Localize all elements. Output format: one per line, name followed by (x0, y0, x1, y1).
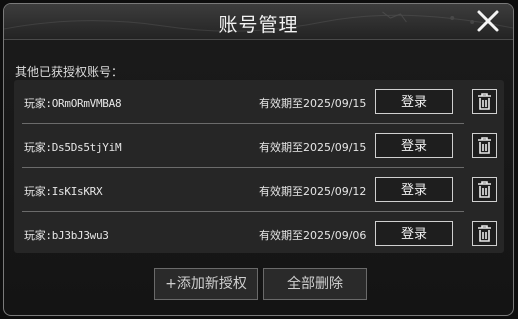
expiry-date: 有效期至2025/09/15 (259, 97, 367, 110)
dialog-title: 账号管理 (218, 14, 299, 36)
trash-icon (478, 93, 491, 110)
account-name: 玩家:bJ3bJ3wu3 (24, 229, 109, 242)
close-button[interactable] (475, 8, 501, 34)
account-name: 玩家:Ds5Ds5tjYiM (24, 141, 122, 154)
title-bar: 账号管理 (4, 4, 513, 40)
delete-account-button[interactable] (472, 133, 497, 158)
login-button[interactable]: 登录 (375, 221, 453, 246)
account-name: 玩家:ORmORmVMBA8 (24, 97, 122, 110)
delete-account-button[interactable] (472, 221, 497, 246)
account-row: 玩家:ORmORmVMBA8 有效期至2025/09/15 登录 (14, 80, 504, 124)
delete-all-button[interactable]: 全部删除 (263, 268, 367, 300)
account-row: 玩家:bJ3bJ3wu3 有效期至2025/09/06 登录 (14, 212, 504, 256)
authorized-accounts-label: 其他已获授权账号： (15, 65, 124, 79)
account-row: 玩家:Ds5Ds5tjYiM 有效期至2025/09/15 登录 (14, 124, 504, 168)
delete-account-button[interactable] (472, 89, 497, 114)
account-list: 玩家:ORmORmVMBA8 有效期至2025/09/15 登录 玩家:Ds5D… (14, 80, 504, 253)
close-icon (477, 10, 499, 32)
trash-icon (478, 225, 491, 242)
delete-account-button[interactable] (472, 177, 497, 202)
trash-icon (478, 181, 491, 198)
expiry-date: 有效期至2025/09/15 (259, 141, 367, 154)
expiry-date: 有效期至2025/09/06 (259, 229, 367, 242)
login-button[interactable]: 登录 (375, 89, 453, 114)
login-button[interactable]: 登录 (375, 133, 453, 158)
account-management-dialog: 账号管理 其他已获授权账号： 玩家:ORmORmVMBA8 有效期至2025/0… (3, 3, 514, 316)
account-name: 玩家:IsKIsKRX (24, 185, 103, 198)
login-button[interactable]: 登录 (375, 177, 453, 202)
expiry-date: 有效期至2025/09/12 (259, 185, 367, 198)
trash-icon (478, 137, 491, 154)
account-row: 玩家:IsKIsKRX 有效期至2025/09/12 登录 (14, 168, 504, 212)
add-authorization-button[interactable]: +添加新授权 (154, 268, 258, 300)
